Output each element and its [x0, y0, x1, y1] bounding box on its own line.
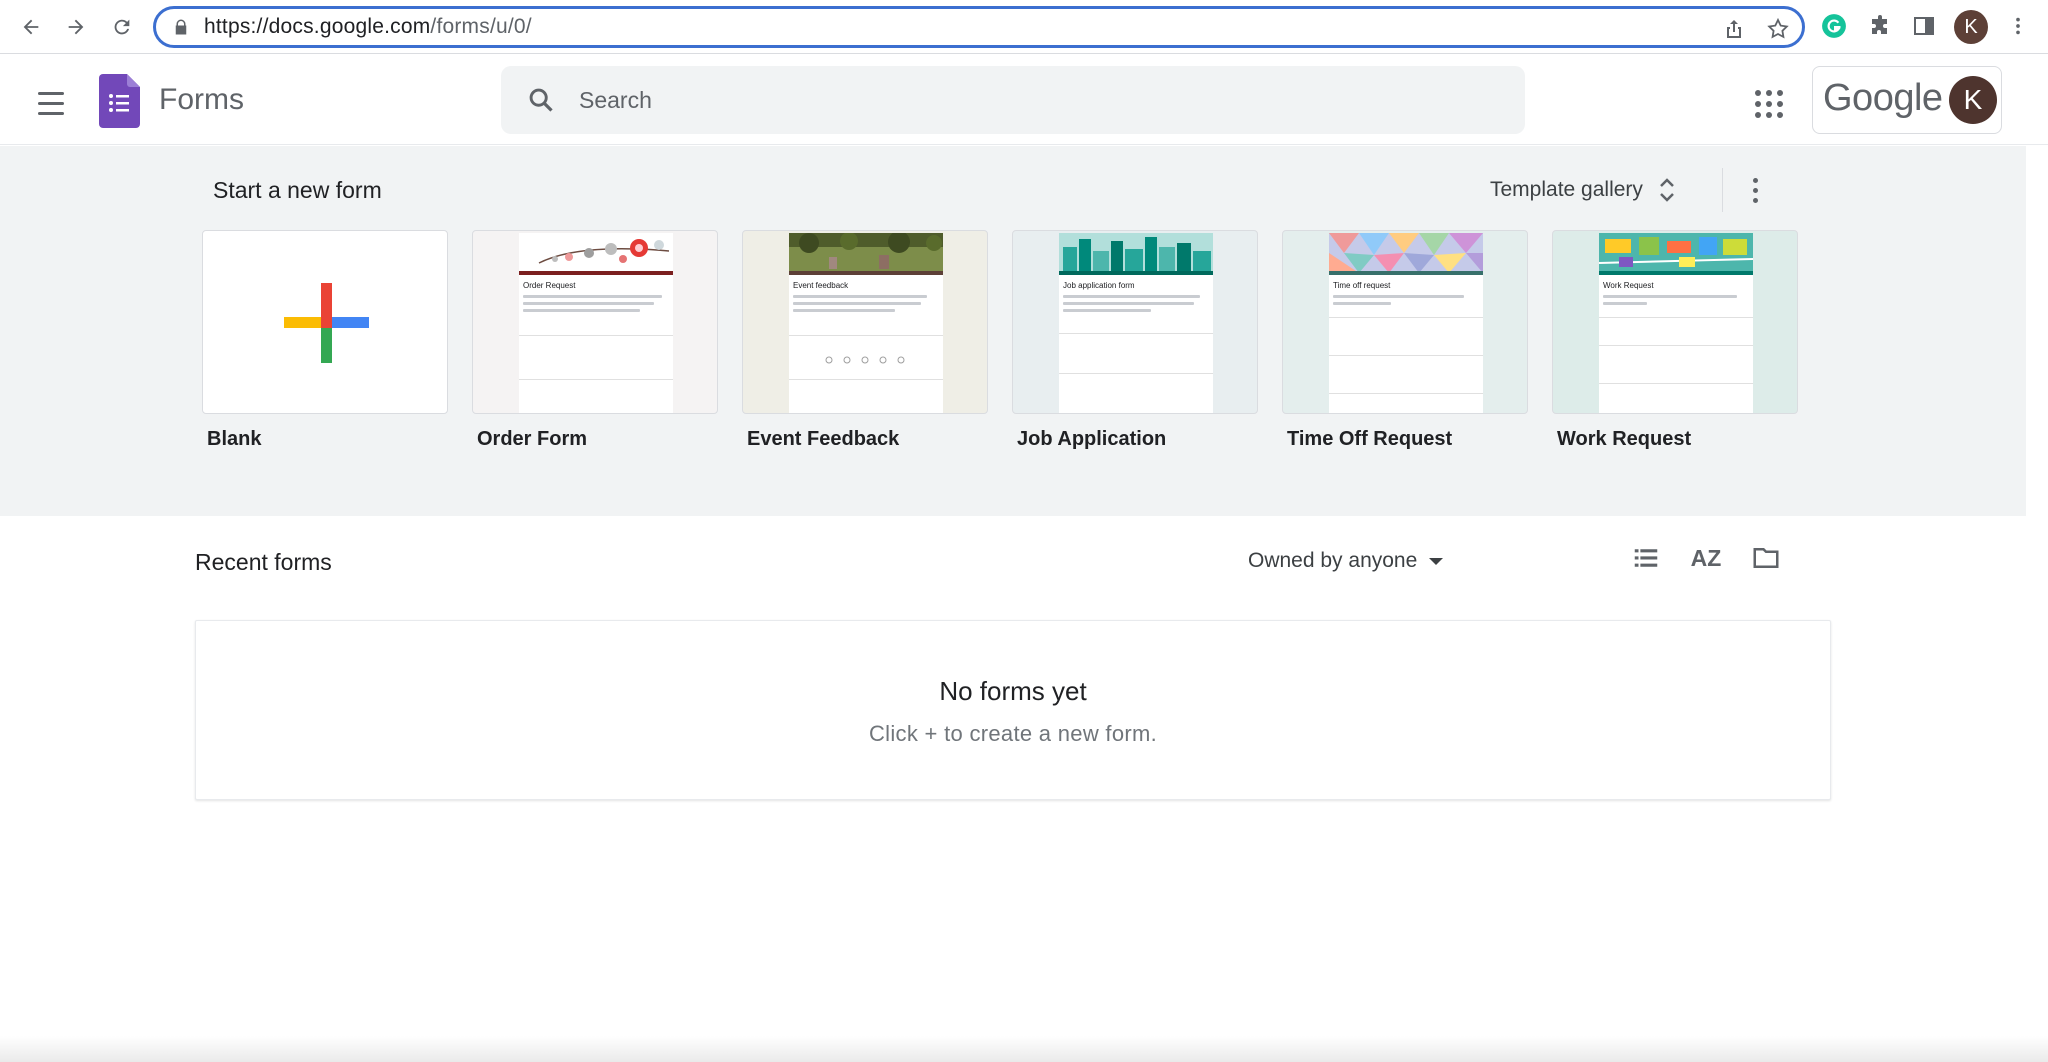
template-blank[interactable]: Blank	[202, 230, 448, 451]
template-section: Start a new form Template gallery Blank	[0, 146, 2026, 516]
browser-toolbar: https://docs.google.com/forms/u/0/ K	[0, 0, 2048, 54]
address-bar[interactable]: https://docs.google.com/forms/u/0/	[153, 6, 1805, 48]
plus-icon	[284, 283, 369, 363]
more-options-icon[interactable]	[1740, 172, 1770, 208]
template-time-off-request[interactable]: Time off request Time Off Request	[1282, 230, 1528, 451]
owner-filter-label: Owned by anyone	[1248, 549, 1418, 572]
template-job-application[interactable]: Job application form Job Application	[1012, 230, 1258, 451]
template-thumbnail[interactable]: Work Request	[1552, 230, 1798, 414]
thumbnail-doc-title: Time off request	[1333, 281, 1391, 290]
search-bar[interactable]	[501, 66, 1525, 134]
thumbnail-doc-title: Work Request	[1603, 281, 1654, 290]
thumbnail-doc-title: Order Request	[523, 281, 576, 290]
browser-menu-icon[interactable]	[2004, 12, 2032, 40]
template-label: Work Request	[1557, 428, 1692, 450]
city-skyline-banner-image	[1059, 233, 1213, 275]
recent-forms-title: Recent forms	[195, 549, 332, 575]
template-label: Job Application	[1017, 428, 1167, 450]
thumbnail-doc-title: Job application form	[1063, 281, 1135, 290]
list-view-icon[interactable]	[1628, 540, 1664, 576]
section-title: Start a new form	[213, 177, 382, 203]
url-text: https://docs.google.com/forms/u/0/	[204, 15, 532, 38]
share-icon[interactable]	[1722, 17, 1746, 41]
template-order-form[interactable]: Order Request Order Form	[472, 230, 718, 451]
template-thumbnail[interactable]: Order Request	[472, 230, 718, 414]
main-menu-icon[interactable]	[30, 82, 72, 124]
template-thumbnail[interactable]: Event feedback	[742, 230, 988, 414]
grammarly-extension-icon[interactable]	[1820, 12, 1848, 40]
template-work-request[interactable]: Work Request Work Request	[1552, 230, 1798, 451]
forms-logo-icon[interactable]	[99, 74, 140, 128]
template-gallery-label: Template gallery	[1490, 178, 1643, 201]
extensions-puzzle-icon[interactable]	[1866, 12, 1894, 40]
reload-icon	[114, 19, 130, 35]
empty-state-title: No forms yet	[939, 676, 1087, 706]
app-title[interactable]: Forms	[159, 83, 244, 117]
template-label: Blank	[207, 428, 262, 450]
park-banner-image	[789, 233, 943, 275]
google-wordmark: Google	[1823, 77, 1943, 119]
template-label: Time Off Request	[1287, 428, 1453, 450]
bookmark-star-icon[interactable]	[1766, 17, 1790, 41]
template-thumbnail[interactable]: Time off request	[1282, 230, 1528, 414]
owner-filter-dropdown[interactable]: Owned by anyone	[1248, 544, 1444, 578]
template-label: Order Form	[477, 428, 588, 450]
template-gallery-button[interactable]: Template gallery	[1490, 170, 1677, 210]
template-event-feedback[interactable]: Event feedback Event Feedback	[742, 230, 988, 451]
account-switcher[interactable]: Google K	[1812, 66, 2002, 134]
sort-az-icon[interactable]: AZ	[1688, 540, 1724, 576]
back-arrow-icon	[23, 19, 39, 35]
browser-profile-avatar[interactable]: K	[1954, 10, 1988, 44]
folder-icon[interactable]	[1748, 540, 1784, 576]
scrollbar-gutter	[2026, 146, 2048, 1062]
floral-banner-image	[519, 233, 673, 275]
back-button[interactable]	[14, 10, 48, 44]
dropdown-arrow-icon	[1429, 557, 1444, 565]
reload-button[interactable]	[105, 10, 139, 44]
unfold-more-icon	[1660, 178, 1674, 202]
mosaic-banner-image	[1329, 233, 1483, 275]
bottom-shadow	[0, 1036, 2048, 1062]
illustrated-banner-image	[1599, 233, 1753, 275]
search-icon[interactable]	[527, 86, 555, 114]
forward-arrow-icon	[68, 19, 84, 35]
account-avatar[interactable]: K	[1949, 76, 1997, 124]
side-panel-icon[interactable]	[1910, 12, 1938, 40]
template-thumbnail[interactable]: Job application form	[1012, 230, 1258, 414]
app-header: Forms Google K	[0, 55, 2048, 145]
thumbnail-doc-title: Event feedback	[793, 281, 849, 290]
google-apps-icon[interactable]	[1747, 82, 1785, 120]
search-input[interactable]	[579, 80, 1479, 120]
template-thumbnail[interactable]	[202, 230, 448, 414]
forward-button[interactable]	[59, 10, 93, 44]
divider	[1722, 168, 1723, 212]
empty-state-subtitle: Click + to create a new form.	[868, 721, 1158, 746]
empty-state-card: No forms yet Click + to create a new for…	[195, 620, 1831, 800]
lock-icon	[175, 19, 187, 35]
template-label: Event Feedback	[747, 428, 900, 450]
